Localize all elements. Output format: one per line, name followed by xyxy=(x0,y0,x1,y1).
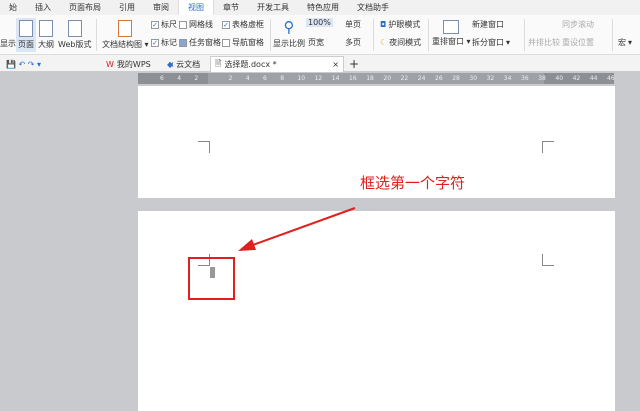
annotation-arrow xyxy=(238,207,356,251)
